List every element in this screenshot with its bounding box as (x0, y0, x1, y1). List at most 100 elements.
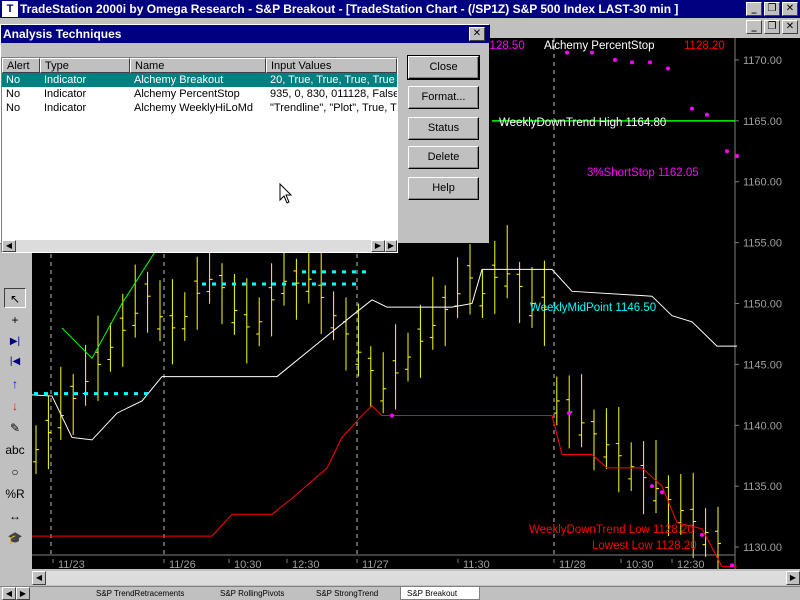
breakout-dot (302, 282, 306, 286)
chart-restore-button[interactable]: ❐ (764, 20, 780, 34)
stop-dot (730, 563, 734, 568)
breakout-dot (64, 392, 68, 396)
chart-annotation: 1128.20 (684, 40, 725, 52)
percent-retracement-icon[interactable]: %R (4, 484, 26, 504)
breakout-dot (332, 282, 336, 286)
list-horizontal-scrollbar[interactable]: ◀ ▶ ▶ (2, 240, 397, 252)
breakout-dot (342, 270, 346, 274)
tab-s-p-strongtrend[interactable]: S&P StrongTrend (310, 587, 398, 600)
grad-cap-icon[interactable]: 🎓 (4, 528, 26, 548)
column-header-type[interactable]: Type (40, 58, 130, 73)
crosshair-icon[interactable]: + (4, 310, 26, 330)
chart-annotation: 3%ShortStop 1162.05 (587, 167, 699, 179)
tradestation-icon: T (2, 1, 18, 17)
table-row[interactable]: No Indicator Alchemy Breakout 20, True, Tru… (2, 73, 397, 87)
x-tick-label: 11/23 (58, 559, 85, 569)
breakout-dot (362, 270, 366, 274)
tab-s-p-breakout[interactable]: S&P Breakout (400, 587, 480, 600)
x-tick-label: 11/26 (169, 559, 196, 569)
minimize-button[interactable]: _ (746, 2, 762, 16)
breakout-dot (222, 282, 226, 286)
breakout-dot (352, 270, 356, 274)
breakout-dot (212, 282, 216, 286)
status-button[interactable]: Status (408, 117, 479, 140)
dialog-title: Analysis Techniques (1, 25, 489, 43)
list-scroll-end-icon[interactable]: ▶ (385, 240, 397, 252)
list-header: Alert Type Name Input Values (2, 58, 397, 73)
chart-annotation: WeeklyMidPoint 1146.50 (530, 302, 656, 314)
cell-name: Alchemy WeeklyHiLoMd (134, 102, 254, 114)
list-scroll-left-icon[interactable]: ◀ (2, 240, 16, 252)
breakout-dot (282, 282, 286, 286)
tab-scroll-left-icon[interactable]: ◀ (2, 587, 16, 600)
chart-minimize-button[interactable]: _ (746, 20, 762, 34)
y-tick-label: 1155.00 (743, 238, 782, 250)
chart-horizontal-scrollbar[interactable]: ◀ ▶ (32, 571, 800, 585)
tab-s-p-rollingpivots[interactable]: S&P RollingPivots (214, 587, 308, 600)
close-button[interactable]: Close (407, 55, 480, 80)
breakout-dot (322, 270, 326, 274)
analysis-techniques-dialog: Analysis Techniques ✕ Alert Type Name Input… (0, 24, 490, 253)
percentstop-dot (648, 60, 652, 65)
cell-type: Indicator (44, 74, 87, 86)
stop-dot (660, 490, 664, 495)
scroll-right-icon[interactable]: ▶ (786, 571, 800, 585)
breakout-dot (262, 282, 266, 286)
chart-annotation: 1128.50 (484, 40, 525, 52)
breakout-dot (312, 282, 316, 286)
chart-annotation: Alchemy PercentStop (544, 40, 655, 52)
pointer-icon[interactable]: ↖ (4, 288, 26, 308)
list-scroll-right-icon[interactable]: ▶ (371, 240, 385, 252)
down-arrow-icon[interactable]: ↓ (4, 396, 26, 416)
breakout-dot (134, 392, 138, 396)
column-header-input-values[interactable]: Input Values (266, 58, 397, 73)
format-button[interactable]: Format... (408, 86, 479, 109)
chart-close-button[interactable]: ✕ (782, 20, 798, 34)
prev-bar-icon[interactable]: |◀ (4, 352, 26, 372)
table-row[interactable]: No Indicator Alchemy PercentStop 935, 0, 83… (2, 87, 397, 101)
breakout-dot (242, 282, 246, 286)
mouse-cursor-icon (279, 183, 293, 204)
cell-type: Indicator (44, 88, 87, 100)
percentstop-dot (690, 106, 694, 111)
y-tick-label: 1150.00 (743, 299, 782, 311)
y-tick-label: 1140.00 (743, 420, 782, 432)
restore-button[interactable]: ❐ (764, 2, 780, 16)
drawing-toolbar: ↖ + ▶| |◀ ↑ ↓ ✎ abc ○ %R ↔ 🎓 (0, 258, 30, 570)
stop-dot (700, 532, 704, 537)
pencil-icon[interactable]: ✎ (4, 418, 26, 438)
breakout-dot (202, 282, 206, 286)
dialog-close-icon[interactable]: ✕ (469, 27, 485, 41)
table-row[interactable]: No Indicator Alchemy WeeklyHiLoMd "Trendlin… (2, 101, 397, 115)
cell-type: Indicator (44, 102, 87, 114)
percentstop-dot (725, 149, 729, 154)
column-header-name[interactable]: Name (130, 58, 266, 73)
breakout-dot (34, 392, 38, 396)
next-bar-icon[interactable]: ▶| (4, 332, 26, 352)
weekly-midpoint-line (32, 268, 737, 441)
tab-scroll-right-icon[interactable]: ▶ (16, 587, 30, 600)
cell-alert: No (6, 88, 21, 100)
help-button[interactable]: Help (408, 177, 479, 200)
techniques-list[interactable]: Alert Type Name Input Values No Indicator Alc… (1, 57, 398, 253)
scroll-left-icon[interactable]: ◀ (32, 571, 46, 585)
column-header-alert[interactable]: Alert (2, 58, 40, 73)
breakout-dot (94, 392, 98, 396)
breakout-dot (272, 282, 276, 286)
percentstop-dot (630, 60, 634, 65)
cell-inputs: 20, True, True, True, True (270, 74, 395, 86)
ellipse-icon[interactable]: ○ (4, 462, 26, 482)
delete-button[interactable]: Delete (408, 146, 479, 169)
text-icon[interactable]: abc (4, 440, 26, 460)
horizontal-extend-icon[interactable]: ↔ (4, 506, 26, 526)
up-arrow-icon[interactable]: ↑ (4, 374, 26, 394)
breakout-dot (302, 270, 306, 274)
stop-dot (567, 411, 571, 416)
tab-s-p-trendretracements[interactable]: S&P TrendRetracements (90, 587, 212, 600)
app-title-bar: T TradeStation 2000i by Omega Research -… (0, 0, 800, 18)
stop-dot (650, 484, 654, 489)
x-tick-label: 12:30 (292, 559, 320, 569)
app-title: TradeStation 2000i by Omega Research - S… (20, 2, 679, 16)
stop-dot (390, 413, 394, 418)
close-button[interactable]: ✕ (782, 2, 798, 16)
